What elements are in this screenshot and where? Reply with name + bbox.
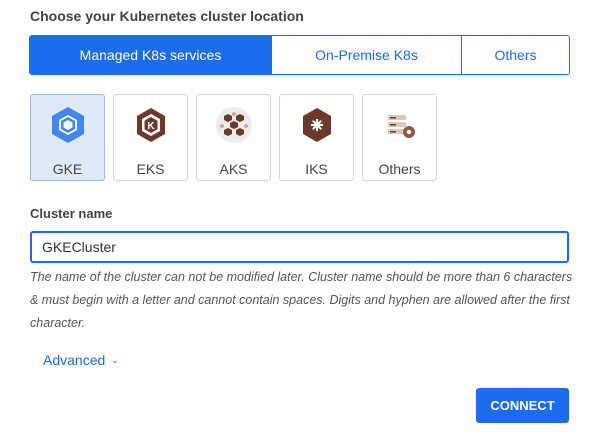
eks-icon: K — [131, 105, 171, 145]
provider-list: GKE K EKS AKS IKS Others — [30, 94, 437, 181]
cluster-name-help: The name of the cluster can not be modif… — [30, 270, 573, 330]
cluster-name-input[interactable] — [30, 231, 569, 263]
others-icon — [380, 105, 420, 145]
provider-label: GKE — [52, 161, 83, 177]
provider-iks[interactable]: IKS — [279, 94, 354, 181]
tab-managed-k8s[interactable]: Managed K8s services — [30, 36, 271, 74]
provider-gke[interactable]: GKE — [30, 94, 105, 181]
gke-icon — [48, 105, 88, 145]
iks-icon — [297, 105, 337, 145]
provider-eks[interactable]: K EKS — [113, 94, 188, 181]
svg-text:K: K — [147, 121, 155, 132]
connect-button[interactable]: CONNECT — [476, 388, 569, 423]
aks-icon — [214, 105, 254, 145]
provider-label: IKS — [305, 161, 328, 177]
cluster-name-label: Cluster name — [30, 206, 113, 221]
location-tabs: Managed K8s services On-Premise K8s Othe… — [29, 35, 570, 75]
provider-aks[interactable]: AKS — [196, 94, 271, 181]
advanced-label: Advanced — [43, 352, 106, 368]
provider-label: AKS — [219, 161, 248, 177]
provider-label: EKS — [136, 161, 165, 177]
advanced-toggle[interactable]: Advanced ⌄ — [43, 352, 119, 368]
provider-label: Others — [378, 161, 421, 177]
provider-others[interactable]: Others — [362, 94, 437, 181]
tab-on-premise-k8s[interactable]: On-Premise K8s — [271, 36, 461, 74]
tab-others[interactable]: Others — [461, 36, 569, 74]
chevron-down-icon: ⌄ — [111, 354, 119, 365]
section-title: Choose your Kubernetes cluster location — [30, 8, 304, 24]
